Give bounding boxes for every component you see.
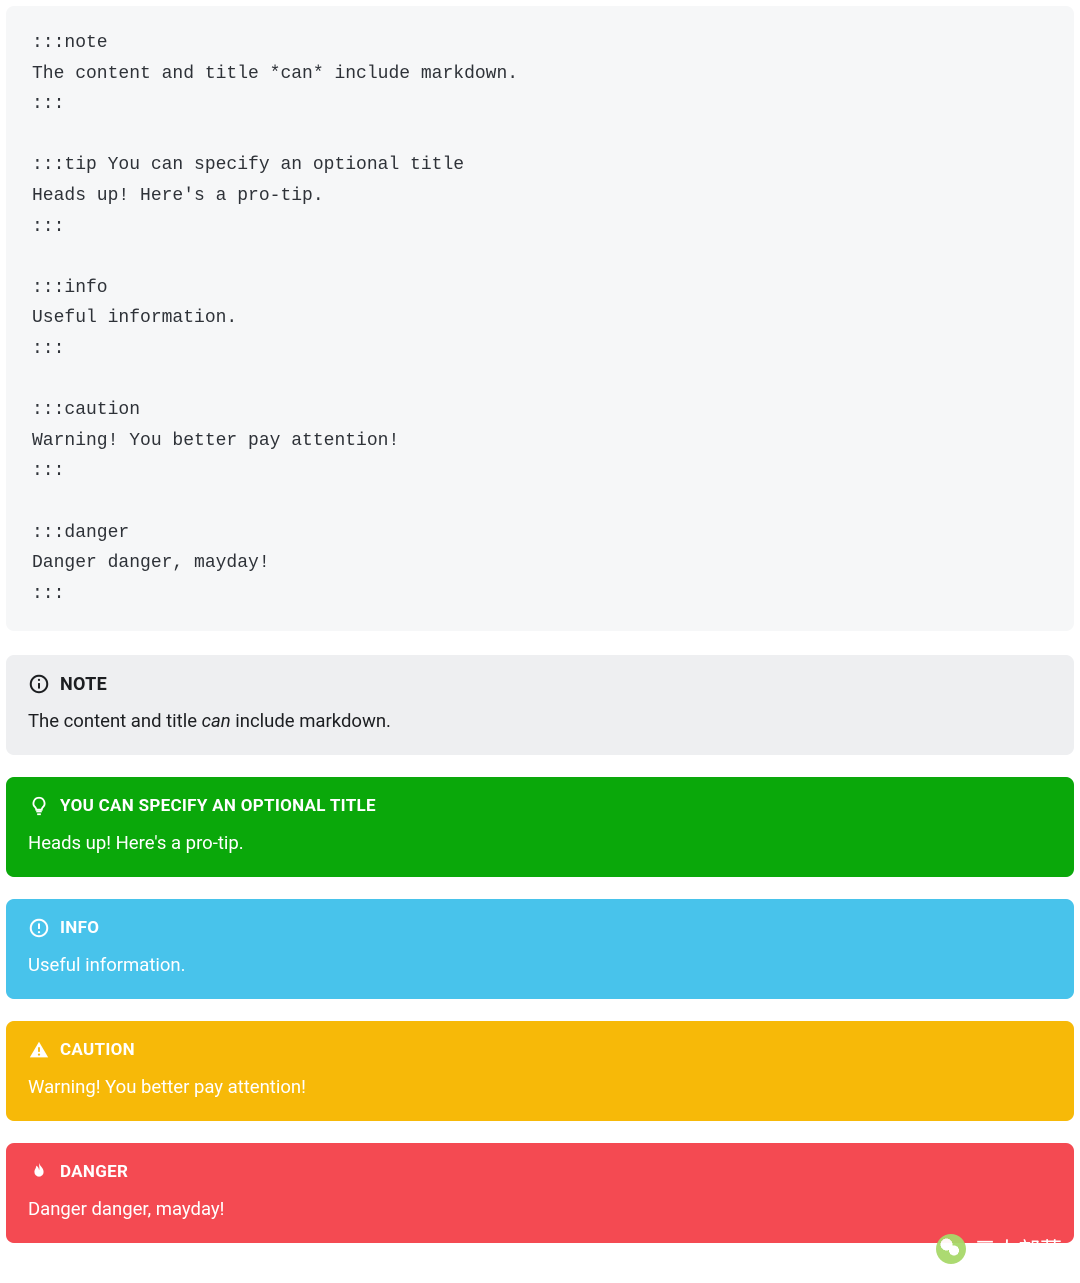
markdown-source-code: :::note The content and title *can* incl… bbox=[6, 6, 1074, 631]
admonition-caution-title: CAUTION bbox=[60, 1040, 135, 1060]
admonition-info-body: Useful information. bbox=[28, 953, 1052, 979]
admonition-danger-title: DANGER bbox=[60, 1162, 128, 1182]
flame-icon bbox=[28, 1161, 50, 1183]
note-body-post: include markdown. bbox=[231, 710, 391, 732]
admonition-note-title: NOTE bbox=[60, 674, 107, 695]
admonition-info: INFO Useful information. bbox=[6, 899, 1074, 999]
admonition-caution-header: CAUTION bbox=[28, 1039, 1052, 1061]
admonition-tip-header: YOU CAN SPECIFY AN OPTIONAL TITLE bbox=[28, 795, 1052, 817]
note-body-em: can bbox=[202, 710, 231, 732]
admonition-note-header: NOTE bbox=[28, 673, 1052, 695]
alert-circle-icon bbox=[28, 917, 50, 939]
lightbulb-icon bbox=[28, 795, 50, 817]
admonition-note: NOTE The content and title can include m… bbox=[6, 655, 1074, 755]
admonition-info-title: INFO bbox=[60, 918, 99, 938]
admonition-danger-header: DANGER bbox=[28, 1161, 1052, 1183]
warning-triangle-icon bbox=[28, 1039, 50, 1061]
admonition-tip: YOU CAN SPECIFY AN OPTIONAL TITLE Heads … bbox=[6, 777, 1074, 877]
note-body-pre: The content and title bbox=[28, 710, 202, 732]
admonition-danger: DANGER Danger danger, mayday! bbox=[6, 1143, 1074, 1243]
admonition-tip-title: YOU CAN SPECIFY AN OPTIONAL TITLE bbox=[60, 796, 376, 816]
info-circle-icon bbox=[28, 673, 50, 695]
admonition-info-header: INFO bbox=[28, 917, 1052, 939]
admonition-caution-body: Warning! You better pay attention! bbox=[28, 1075, 1052, 1101]
admonition-tip-body: Heads up! Here's a pro-tip. bbox=[28, 831, 1052, 857]
admonition-note-body: The content and title can include markdo… bbox=[28, 709, 1052, 735]
admonition-caution: CAUTION Warning! You better pay attentio… bbox=[6, 1021, 1074, 1121]
admonition-danger-body: Danger danger, mayday! bbox=[28, 1197, 1052, 1223]
